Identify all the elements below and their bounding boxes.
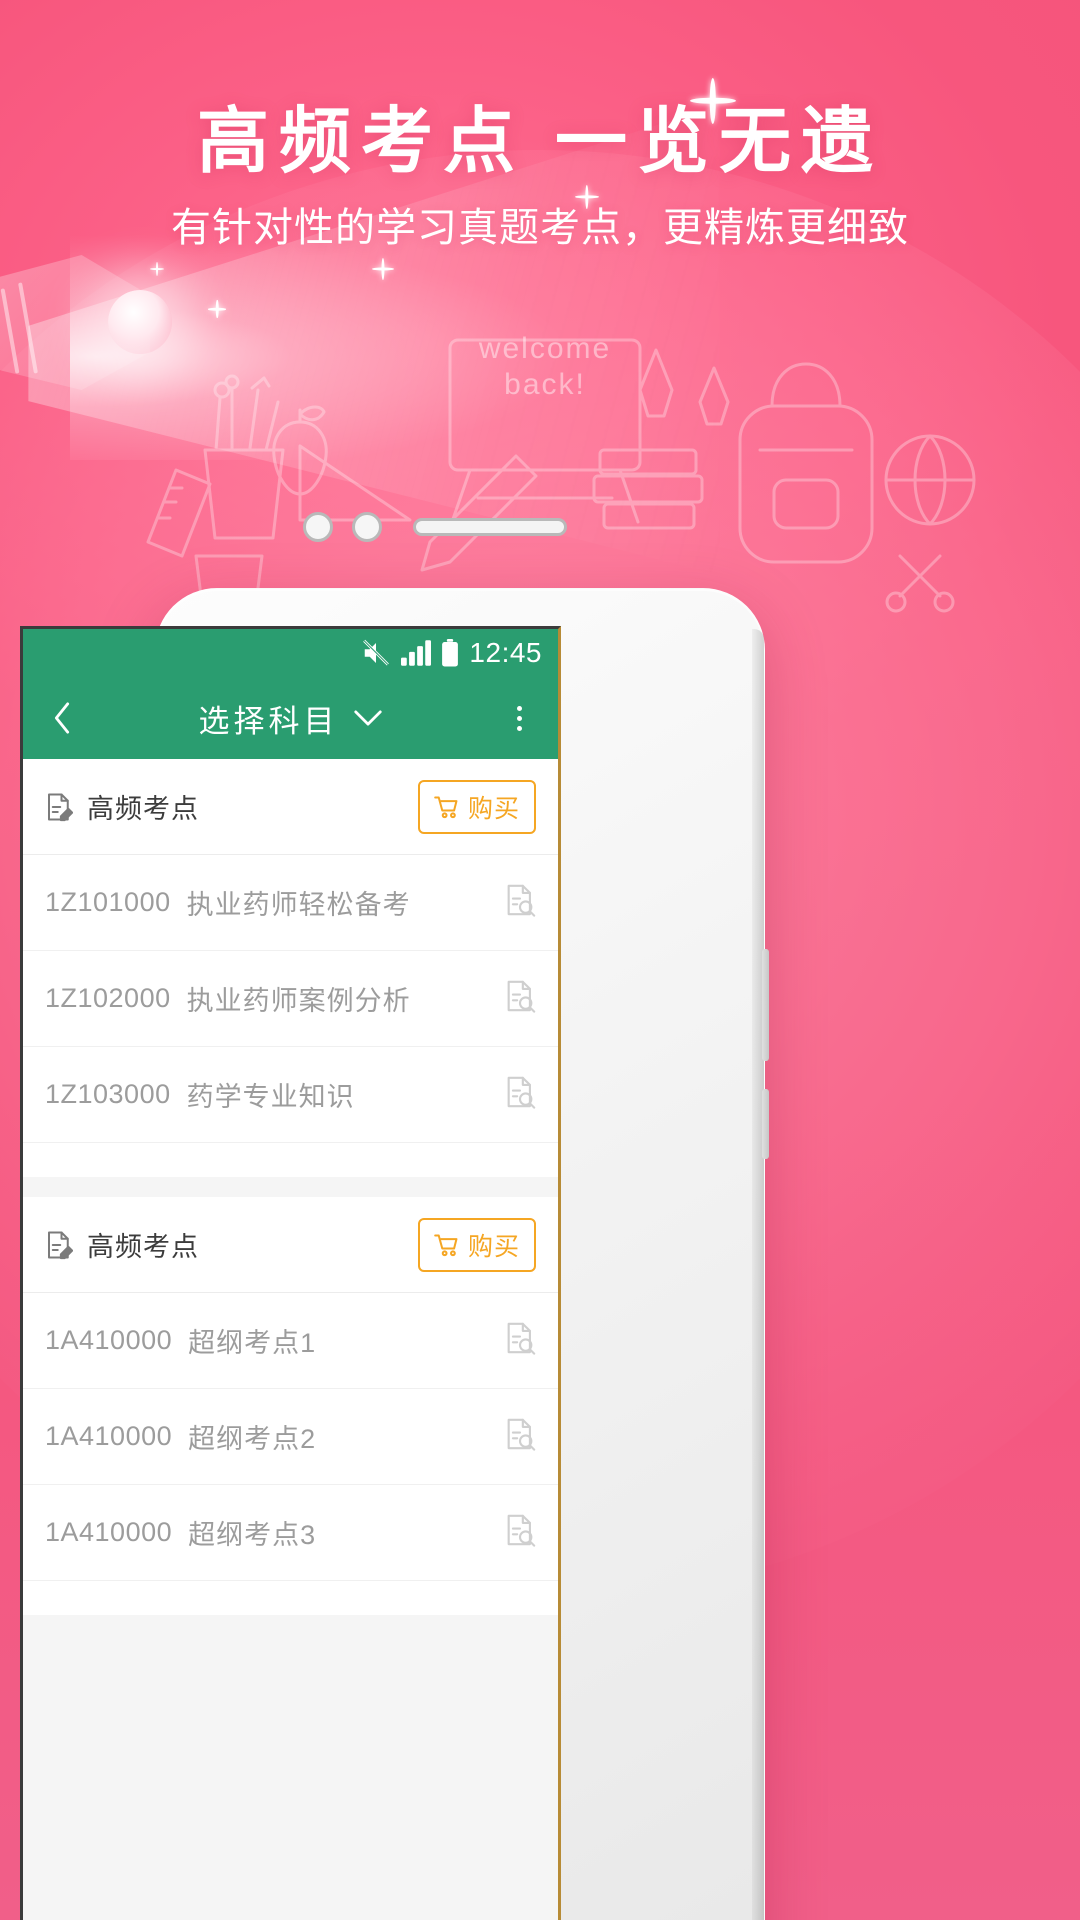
section-header: 高频考点 购买 xyxy=(23,759,558,855)
buy-button[interactable]: 购买 xyxy=(417,779,536,834)
buy-button-label: 购买 xyxy=(467,794,520,823)
status-bar-clock: 12:45 xyxy=(469,637,542,668)
section-card: 高频考点 购买 1A410000 超纲考点1 1A410000 超纲考点2 1A… xyxy=(23,1197,558,1615)
shopping-cart-icon xyxy=(434,795,460,819)
section-card: 高频考点 购买 1Z101000 执业药师轻松备考 1Z102000 执业药师案… xyxy=(23,759,558,1177)
card-bottom-padding xyxy=(23,1143,558,1177)
row-name: 执业药师案例分析 xyxy=(186,986,411,1016)
document-search-icon[interactable] xyxy=(504,979,536,1018)
front-camera-icon xyxy=(303,512,333,542)
document-search-icon[interactable] xyxy=(504,1513,536,1552)
card-bottom-padding xyxy=(23,1581,558,1615)
document-search-icon[interactable] xyxy=(504,1417,536,1456)
app-title: 选择科目 xyxy=(198,703,339,739)
phone-power-button xyxy=(762,1089,769,1159)
row-name: 超纲考点2 xyxy=(188,1424,317,1454)
subject-selector[interactable]: 选择科目 xyxy=(23,696,558,741)
row-code: 1A410000 xyxy=(45,1421,173,1451)
phone-edge xyxy=(752,629,764,1920)
document-search-icon[interactable] xyxy=(504,1075,536,1114)
promo-headline: 高频考点 一览无遗 xyxy=(196,102,883,182)
table-row[interactable]: 1A410000 超纲考点2 xyxy=(23,1389,558,1485)
table-row[interactable]: 1A410000 超纲考点3 xyxy=(23,1485,558,1581)
row-code: 1Z101000 xyxy=(45,887,171,917)
row-code: 1Z103000 xyxy=(45,1079,171,1109)
row-code: 1Z102000 xyxy=(45,983,171,1013)
table-row[interactable]: 1Z102000 执业药师案例分析 xyxy=(23,951,558,1047)
table-row[interactable]: 1Z103000 药学专业知识 xyxy=(23,1047,558,1143)
chevron-down-icon xyxy=(353,709,383,727)
document-edit-icon xyxy=(45,792,73,822)
row-code: 1A410000 xyxy=(45,1325,173,1355)
document-search-icon[interactable] xyxy=(504,1321,536,1360)
section-header: 高频考点 购买 xyxy=(23,1197,558,1293)
chalkboard-text-line2: back! xyxy=(504,368,586,401)
android-status-bar: 12:45 xyxy=(23,629,558,677)
document-edit-icon xyxy=(45,1230,73,1260)
buy-button-label: 购买 xyxy=(467,1232,520,1261)
subject-list[interactable]: 高频考点 购买 1Z101000 执业药师轻松备考 1Z102000 执业药师案… xyxy=(23,759,558,1920)
proximity-sensor-icon xyxy=(352,512,382,542)
section-title: 高频考点 xyxy=(87,1232,199,1262)
earpiece-speaker xyxy=(413,518,567,536)
row-name: 执业药师轻松备考 xyxy=(186,890,411,920)
document-search-icon[interactable] xyxy=(504,883,536,922)
row-name: 超纲考点3 xyxy=(188,1520,317,1550)
app-header: 选择科目 xyxy=(23,677,558,759)
shopping-cart-icon xyxy=(434,1233,460,1257)
chalkboard-text-line1: welcome xyxy=(478,332,612,365)
buy-button[interactable]: 购买 xyxy=(417,1217,536,1272)
row-name: 超纲考点1 xyxy=(188,1328,317,1358)
promo-banner: welcome back! 高频考点 一览无遗 有针对性的学习真题考点，更精炼更… xyxy=(0,0,1080,1920)
table-row[interactable]: 1Z101000 执业药师轻松备考 xyxy=(23,855,558,951)
table-row[interactable]: 1A410000 超纲考点1 xyxy=(23,1293,558,1389)
phone-screen: 12:45 选择科目 高频考点 购买 1Z101000 执业药师轻松备考 1Z1… xyxy=(20,626,561,1920)
row-code: 1A410000 xyxy=(45,1517,173,1547)
kebab-menu-icon[interactable] xyxy=(502,701,536,735)
signal-bars-icon xyxy=(401,640,432,666)
promo-subline: 有针对性的学习真题考点，更精炼更细致 xyxy=(171,206,909,250)
battery-icon xyxy=(441,639,459,667)
phone-volume-button xyxy=(762,949,769,1061)
section-title: 高频考点 xyxy=(87,794,199,824)
volume-mute-icon xyxy=(361,638,391,668)
row-name: 药学专业知识 xyxy=(186,1082,355,1112)
